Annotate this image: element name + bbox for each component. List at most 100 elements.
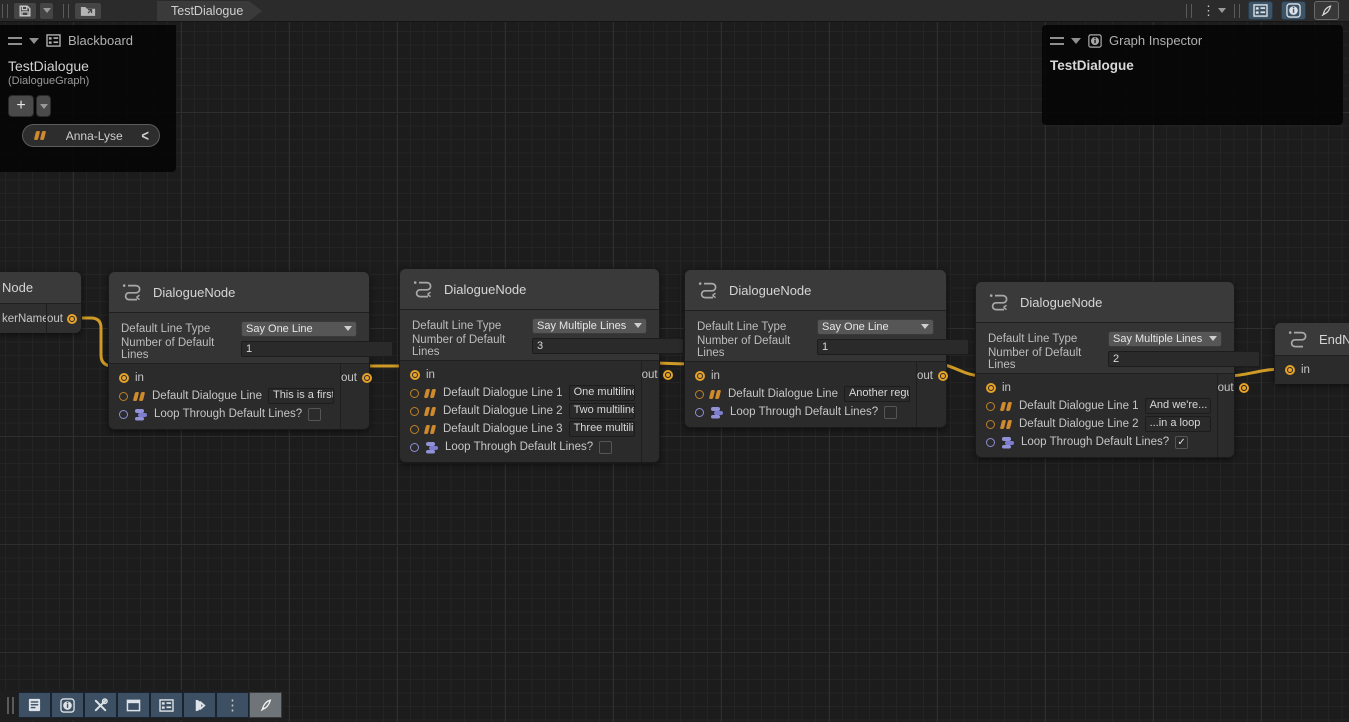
graph-tab[interactable]: TestDialogue (157, 1, 249, 21)
loop-checkbox[interactable]: ✓ (1175, 436, 1188, 449)
toolbar-drag-handle[interactable] (2, 4, 8, 18)
speaker-node-partial[interactable]: Node kerName out (0, 271, 82, 333)
collapse-triangle-icon[interactable] (1071, 38, 1081, 44)
dialogue-line-field[interactable]: Three multilin (569, 421, 635, 437)
dialogue-node-2[interactable]: DialogueNode Default Line Type Say Multi… (399, 268, 660, 463)
in-port[interactable] (119, 373, 129, 383)
out-port[interactable] (938, 371, 948, 381)
node-title-bar[interactable]: DialogueNode (685, 270, 946, 310)
open-asset-button[interactable] (74, 2, 102, 20)
toggle-inspector-button[interactable] (1281, 1, 1306, 20)
out-port[interactable] (362, 373, 372, 383)
collapse-chevron-icon[interactable]: < (141, 127, 149, 145)
out-port[interactable] (1239, 383, 1249, 393)
graph-canvas[interactable]: TestDialogue ⋮ (0, 0, 1349, 722)
string-port[interactable] (695, 390, 704, 399)
node-properties: Default Line Type Say One Line Number of… (685, 310, 946, 361)
bool-port[interactable] (119, 410, 128, 419)
quill-button[interactable] (249, 692, 282, 718)
dialogue-line-label: Default Dialogue Line (728, 388, 838, 400)
more-button[interactable]: ⋮ (216, 692, 249, 718)
line-type-dropdown[interactable]: Say Multiple Lines (1108, 331, 1222, 347)
bool-port[interactable] (986, 438, 995, 447)
loop-checkbox[interactable] (884, 406, 897, 419)
dialogue-line-label: Default Dialogue Line 1 (443, 387, 563, 399)
string-port[interactable] (119, 392, 128, 401)
in-port-row: in (685, 367, 916, 385)
info-button[interactable] (51, 692, 84, 718)
line-type-dropdown[interactable]: Say One Line (817, 319, 934, 335)
end-node[interactable]: EndNode in (1274, 322, 1349, 384)
blackboard-panel[interactable]: Blackboard TestDialogue (DialogueGraph) … (0, 25, 176, 172)
dialogue-node-3[interactable]: DialogueNode Default Line Type Say One L… (684, 269, 947, 428)
toggle-blackboard-button[interactable] (1248, 1, 1273, 20)
toolbar-drag-handle[interactable] (7, 697, 14, 714)
ports-left: in Default Dialogue Line 1One multilineD… (400, 361, 641, 462)
string-port[interactable] (410, 389, 419, 398)
hamburger-icon[interactable] (8, 37, 22, 45)
loop-checkbox[interactable] (599, 441, 612, 454)
dialogue-line-label: Default Dialogue Line 3 (443, 423, 563, 435)
string-port[interactable] (986, 402, 995, 411)
line-type-dropdown[interactable]: Say One Line (241, 321, 357, 337)
num-lines-field[interactable] (1108, 351, 1260, 367)
node-title-bar[interactable]: DialogueNode (976, 282, 1234, 322)
line-type-label: Default Line Type (988, 333, 1108, 345)
loop-label: Loop Through Default Lines? (154, 408, 302, 420)
loop-checkbox[interactable] (308, 408, 321, 421)
string-port[interactable] (410, 425, 419, 434)
bool-port[interactable] (410, 443, 419, 452)
in-port[interactable] (410, 370, 420, 380)
dialogue-line-row: Default Dialogue Line 2...in a loop (976, 415, 1217, 433)
document-button[interactable] (18, 692, 51, 718)
blackboard-field-anna-lyse[interactable]: Anna-Lyse < (22, 124, 160, 147)
in-port[interactable] (986, 383, 996, 393)
window-button[interactable] (117, 692, 150, 718)
in-port[interactable] (1285, 365, 1295, 375)
out-port[interactable] (663, 370, 673, 380)
quote-icon (425, 389, 437, 398)
save-button[interactable] (13, 2, 37, 20)
num-lines-label: Number of Default Lines (697, 335, 817, 359)
dialogue-line-field[interactable]: ...in a loop (1145, 416, 1211, 432)
dialogue-flow-icon (121, 283, 143, 301)
add-property-dropdown-button[interactable] (36, 95, 51, 117)
dialogue-line-field[interactable]: Another regu (844, 386, 910, 402)
node-title-bar[interactable]: EndNode (1275, 323, 1349, 355)
num-lines-field[interactable] (241, 341, 393, 357)
quote-icon (1001, 420, 1013, 429)
out-port[interactable] (67, 314, 77, 324)
add-property-button[interactable]: + (8, 95, 34, 117)
blackboard-field-name: Anna-Lyse (55, 129, 133, 143)
dialogue-line-field[interactable]: Two multiline (569, 403, 635, 419)
hamburger-icon[interactable] (1050, 37, 1064, 45)
toggle-quill-button[interactable] (1314, 1, 1339, 20)
dialogue-node-4[interactable]: DialogueNode Default Line Type Say Multi… (975, 281, 1235, 458)
collapse-triangle-icon[interactable] (29, 38, 39, 44)
node-title-bar[interactable]: DialogueNode (109, 272, 369, 312)
quote-icon (1001, 402, 1013, 411)
in-port-label: in (1301, 364, 1310, 376)
blackboard-button[interactable] (150, 692, 183, 718)
num-lines-field[interactable] (817, 339, 969, 355)
node-title-bar[interactable]: Node (0, 272, 81, 303)
graph-inspector-panel[interactable]: Graph Inspector TestDialogue (1042, 25, 1343, 125)
dialogue-line-field[interactable]: This is a first (268, 388, 334, 404)
in-port[interactable] (695, 371, 705, 381)
save-dropdown-button[interactable] (39, 2, 54, 20)
line-type-dropdown[interactable]: Say Multiple Lines (532, 318, 647, 334)
bool-port[interactable] (695, 408, 704, 417)
console-button[interactable] (183, 692, 216, 718)
dialogue-line-field[interactable]: One multiline (569, 385, 635, 401)
ports-left: in Default Dialogue Line 1And we're...De… (976, 374, 1217, 457)
string-port[interactable] (410, 407, 419, 416)
tools-button[interactable] (84, 692, 117, 718)
num-lines-field[interactable] (532, 338, 684, 354)
overflow-menu-button[interactable]: ⋮ (1196, 4, 1232, 17)
node-title-bar[interactable]: DialogueNode (400, 269, 659, 309)
string-port[interactable] (986, 420, 995, 429)
dialogue-node-1[interactable]: DialogueNode Default Line Type Say One L… (108, 271, 370, 430)
dialogue-flow-icon (988, 293, 1010, 311)
dialogue-line-field[interactable]: And we're... (1145, 398, 1211, 414)
out-port-label: out (917, 370, 933, 382)
